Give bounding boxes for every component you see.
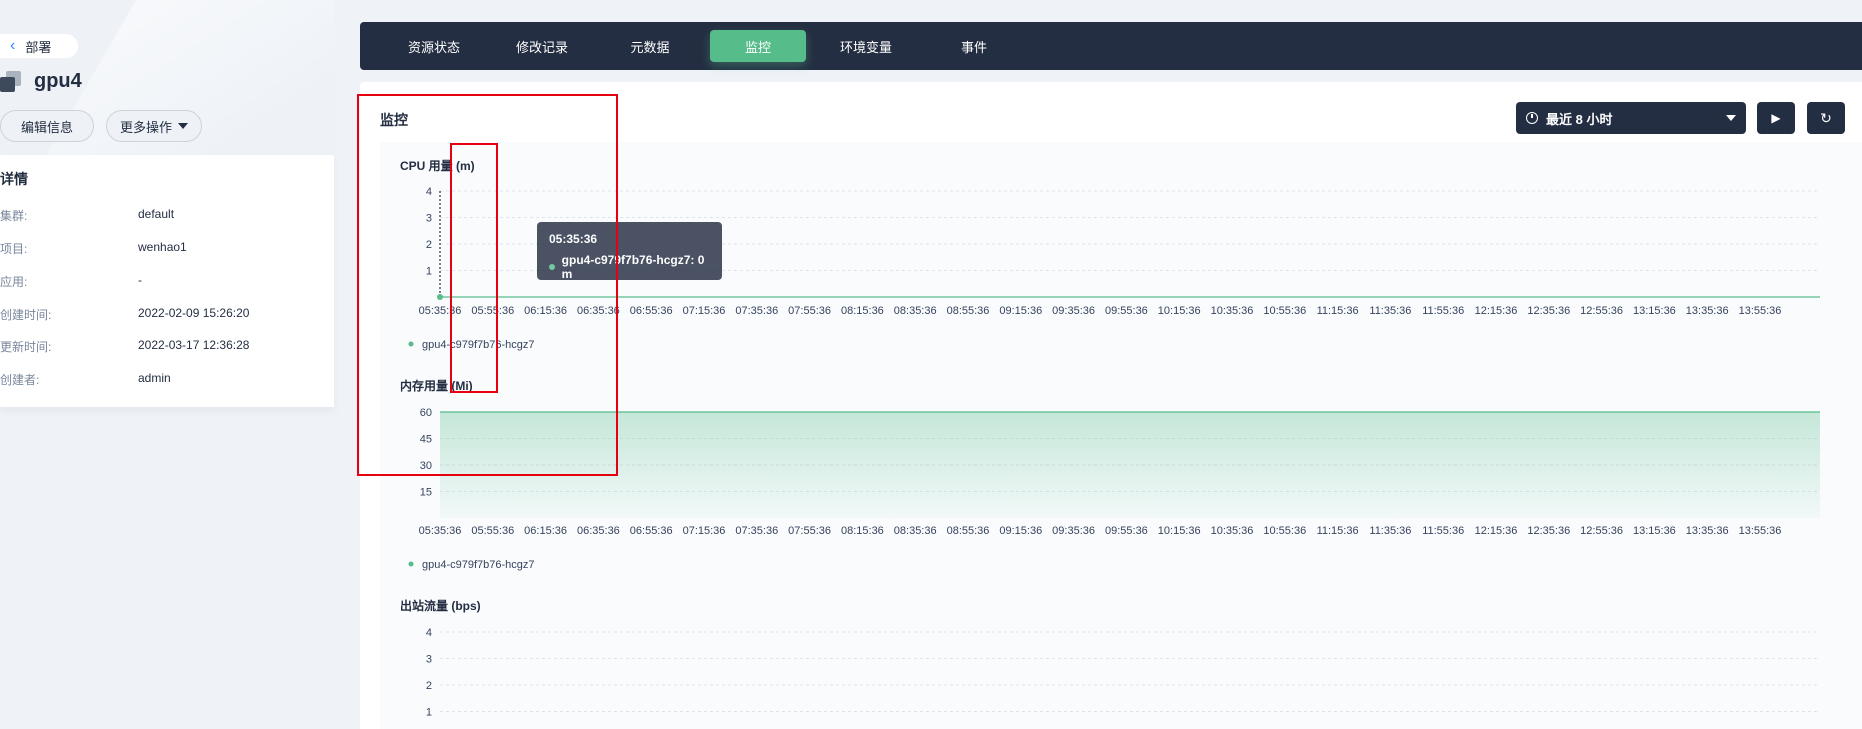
more-actions-button[interactable]: 更多操作 [106,110,202,142]
refresh-button[interactable]: ↻ [1807,102,1845,134]
resource-header: ‹ 部署 gpu4 编辑信息 更多操作 [0,0,334,155]
detail-value: 2022-03-17 12:36:28 [138,338,250,352]
tab-monitoring[interactable]: 监控 [710,30,806,62]
monitoring-title: 监控 [380,112,408,128]
detail-card: 详情 集群: default 项目: wenhao1 应用: - 创建时间: 2… [0,155,334,407]
monitoring-card: 监控 最近 8 小时 ▶ ↻ [360,82,1862,729]
tab-bar: 资源状态 修改记录 元数据 监控 环境变量 事件 [360,22,1862,70]
series-dot-icon [549,264,555,270]
tab-events[interactable]: 事件 [920,30,1028,62]
tooltip-time: 05:35:36 [549,232,598,246]
caret-down-icon [178,123,188,129]
detail-key: 创建者: [0,373,40,387]
detail-value: admin [138,371,171,385]
time-range-select[interactable]: 最近 8 小时 [1516,102,1746,134]
play-icon: ▶ [1771,111,1781,125]
detail-value: 2022-02-09 15:26:20 [138,306,250,320]
play-button[interactable]: ▶ [1757,102,1795,134]
back-label: 部署 [25,39,52,55]
action-buttons: 编辑信息 更多操作 [0,110,202,142]
tooltip-series: gpu4-c979f7b76-hcgz7: 0 m [561,253,705,281]
clock-icon [1526,112,1538,124]
detail-key: 项目: [0,242,28,256]
page-title: gpu4 [34,70,82,92]
resource-title-row: gpu4 [0,70,82,93]
tooltip-row: gpu4-c979f7b76-hcgz7: 0 m [549,253,710,281]
tab-metadata[interactable]: 元数据 [596,30,704,62]
detail-value: default [138,207,175,221]
tab-environment-variables[interactable]: 环境变量 [812,30,920,62]
chevron-down-icon [1726,115,1736,121]
time-range-value: 最近 8 小时 [1546,111,1613,127]
details-title: 详情 [0,171,28,187]
detail-key: 更新时间: [0,340,52,354]
detail-value: wenhao1 [138,240,187,254]
more-actions-label: 更多操作 [119,119,172,135]
detail-key: 集群: [0,209,28,223]
detail-key: 创建时间: [0,308,52,322]
back-button[interactable]: ‹ 部署 [0,34,78,58]
deployment-icon [0,70,22,93]
chart-tooltip: 05:35:36 gpu4-c979f7b76-hcgz7: 0 m [537,222,722,281]
chevron-left-icon: ‹ [10,37,16,54]
tab-resource-status[interactable]: 资源状态 [380,30,488,62]
tab-revision-records[interactable]: 修改记录 [488,30,596,62]
detail-value: - [138,273,142,287]
detail-key: 应用: [0,275,28,289]
refresh-icon: ↻ [1820,109,1832,126]
edit-info-button[interactable]: 编辑信息 [0,110,94,142]
